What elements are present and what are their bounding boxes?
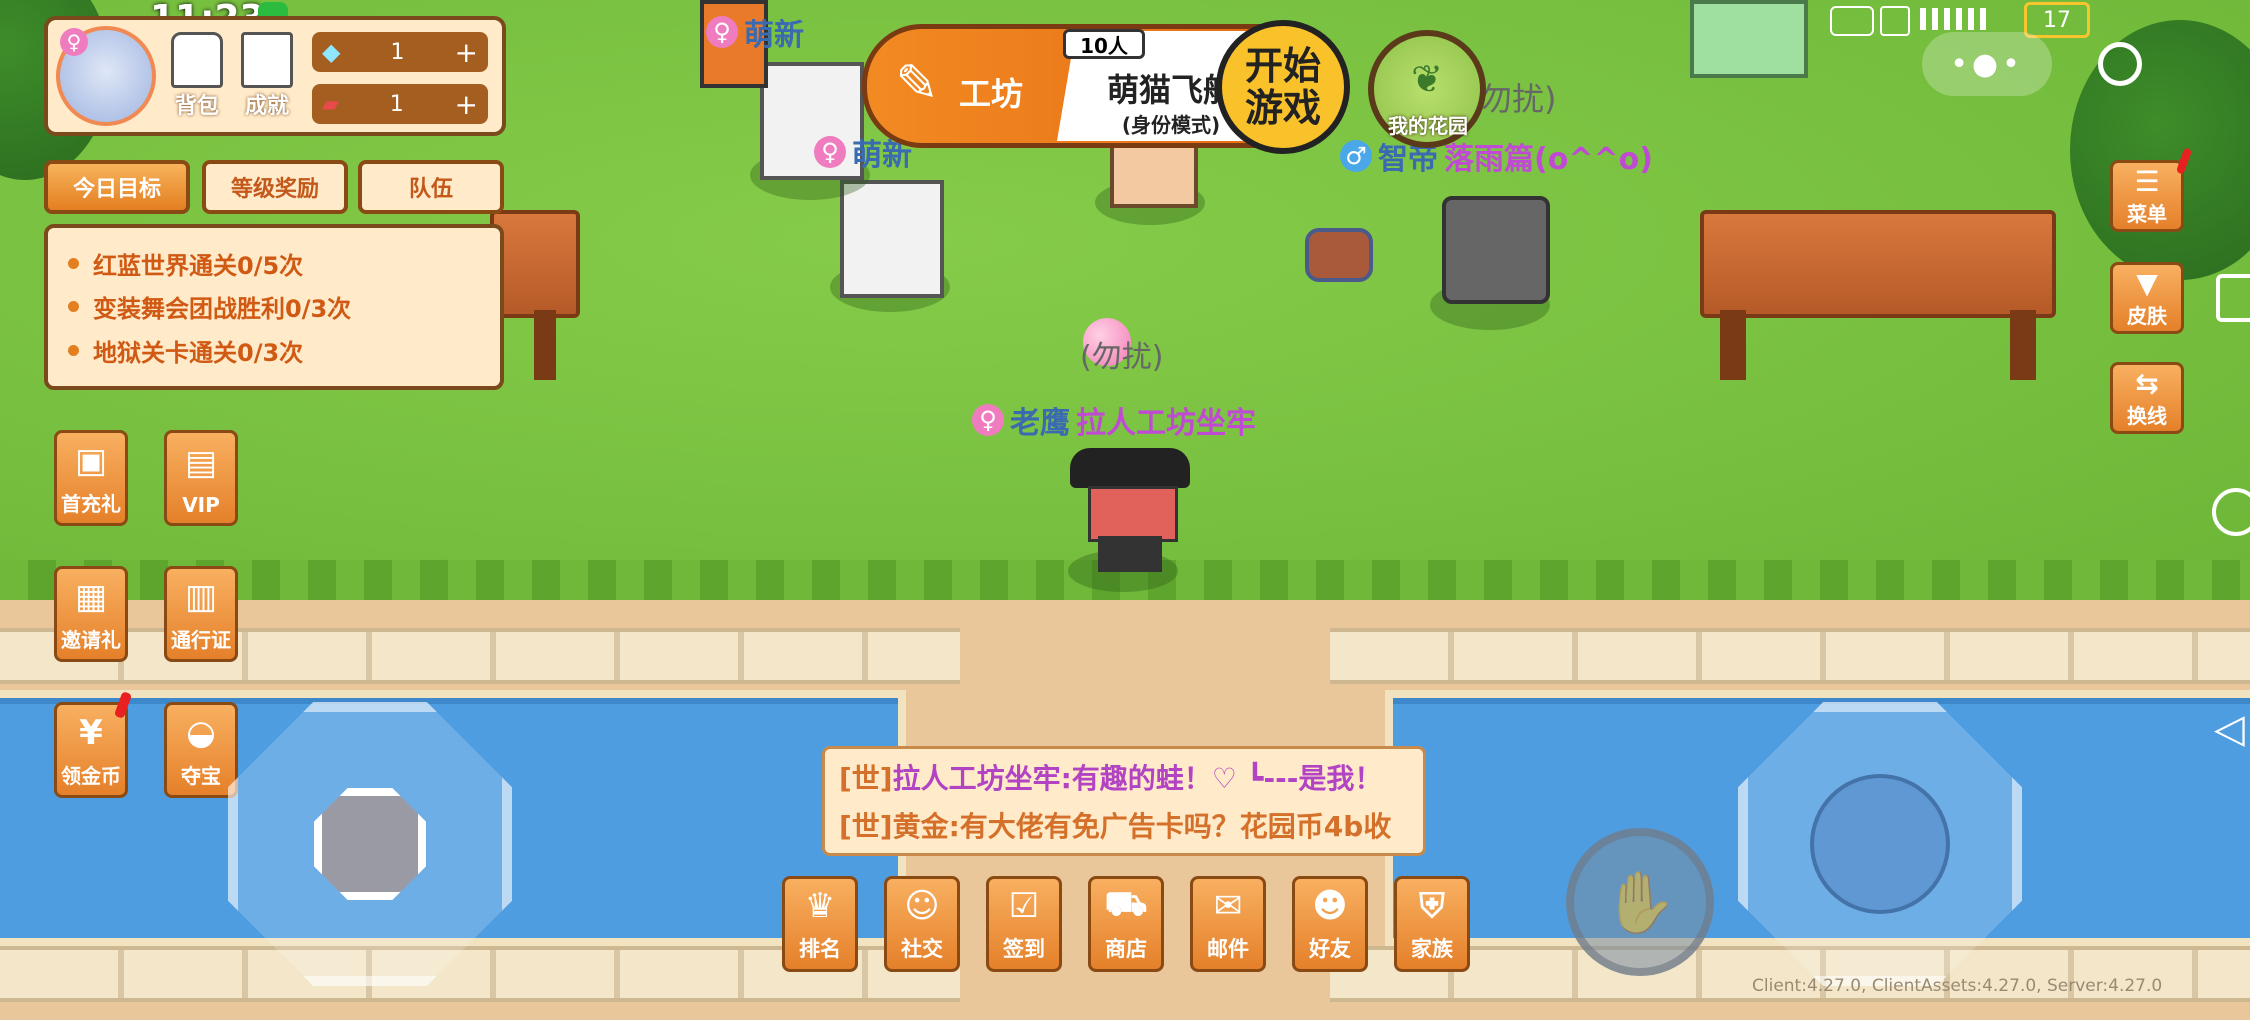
add-ticket-button[interactable]: + [455,88,478,121]
backpack-icon [171,32,223,88]
female-icon: ♀ [972,404,1004,436]
family-button[interactable]: ⛨ 家族 [1394,876,1470,972]
coin-icon: ¥ [79,712,103,753]
pass-button[interactable]: ▥ 通行证 [164,566,238,662]
trophy-icon: ♛ [804,886,836,926]
tile-row [1330,628,2250,684]
grab-hand-button[interactable]: ✋ [1566,828,1714,976]
npc-cat[interactable] [1690,0,1808,78]
bench [1700,210,2056,380]
check-in-button[interactable]: ☑ 签到 [986,876,1062,972]
menu-button[interactable]: ☰ 菜单 [2110,160,2184,232]
ticket-icon: ▰ [322,91,339,117]
calendar-icon: ☑ [1008,886,1040,926]
first-charge-button[interactable]: ▣ 首充礼 [54,430,128,526]
goal-item[interactable]: 变装舞会团战胜利0/3次 [68,289,480,324]
treasure-icon: ◒ [186,712,216,753]
diamond-icon: ◆ [322,38,341,66]
mail-button[interactable]: ✉ 邮件 [1190,876,1266,972]
profile-panel: ♀ 背包 成就 ◆ 1 + ▰ 1 + [44,16,506,136]
skin-button[interactable]: ▼ 皮肤 [2110,262,2184,334]
start-game-button[interactable]: 开始 游戏 [1216,20,1350,154]
chat-message: [世]拉人工坊坐牢:有趣的蛙！♡ ┗---是我！ [839,762,1383,795]
chat-box[interactable]: [世]拉人工坊坐牢:有趣的蛙！♡ ┗---是我！ [世]黄金:有大佬有免广告卡吗… [822,746,1426,856]
tab-today-goals[interactable]: 今日目标 [44,160,190,214]
friends-button[interactable]: ☻ 好友 [1292,876,1368,972]
male-icon: ♂ [1340,140,1372,172]
my-garden-button[interactable]: ❦ 我的花园 [1368,30,1486,148]
bullet-icon [68,344,79,356]
treasure-button[interactable]: ◒ 夺宝 [164,702,238,798]
female-icon: ♀ [706,16,738,48]
bullet-icon [68,258,79,270]
goals-panel: 红蓝世界通关0/5次 变装舞会团战胜利0/3次 地狱关卡通关0/3次 [44,224,504,390]
vip-button[interactable]: ▤ VIP [164,430,238,526]
flag-icon [241,32,293,88]
shirt-icon: ▼ [2136,267,2158,300]
female-icon: ♀ [60,28,88,56]
cart-icon: ⛟ [1104,883,1148,924]
achievement-button[interactable]: 成就 [234,32,300,132]
tab-team[interactable]: 队伍 [358,160,504,214]
family-icon: ⛨ [1419,886,1445,926]
player-status-bubble: (勿扰) [1080,340,1164,375]
menu-icon: ☰ [2134,165,2160,198]
bag-button[interactable]: 背包 [164,32,230,132]
social-button[interactable]: ☺ 社交 [884,876,960,972]
battery-icon: 17 [2024,2,2090,38]
more-options-button[interactable]: •●• [1922,32,2052,96]
main-player-name: ♀ 老鹰 拉人工坊坐牢 [972,398,1256,442]
chat-message: [世]黄金:有大佬有免广告卡吗？花园币4b收 [839,810,1392,843]
bullet-icon [68,301,79,313]
npc-elephant[interactable] [1442,196,1550,304]
action-knob[interactable] [1810,774,1950,914]
signal-icon [1830,6,1874,36]
pencil-icon: ✎ [895,54,939,114]
player-count-badge: 10人 [1063,29,1145,59]
player-name-tag: ♀ 萌新 [706,10,804,54]
ticket-counter: ▰ 1 + [312,84,488,124]
switch-icon: ⇆ [2135,367,2159,400]
sprout-icon: ❦ [1411,57,1443,101]
vip-icon: ▤ [184,443,218,483]
ranking-button[interactable]: ♛ 排名 [782,876,858,972]
tile-row [0,628,960,684]
mail-icon: ✉ [1213,886,1243,926]
player-name-tag: ♂ 智帝 落雨篇(o^^o) [1340,134,1653,178]
gift-icon: ▦ [74,576,108,617]
tab-level-rewards[interactable]: 等级奖励 [202,160,348,214]
hand-icon: ✋ [1602,867,1678,938]
player-character[interactable] [1070,448,1190,578]
friend-icon: ☻ [1312,886,1348,926]
nfc-icon [1880,6,1910,36]
floating-item[interactable] [1305,228,1373,282]
version-text: Client:4.27.0, ClientAssets:4.27.0, Serv… [1752,976,2163,996]
cellular-icon [1920,8,1990,30]
workshop-label: 工坊 [959,75,1024,113]
switch-line-button[interactable]: ⇆ 换线 [2110,362,2184,434]
diamond-counter: ◆ 1 + [312,32,488,72]
npc-cat[interactable] [840,180,944,298]
goal-item[interactable]: 红蓝世界通关0/5次 [68,246,480,281]
first-charge-icon: ▣ [74,440,108,481]
pass-icon: ▥ [184,576,218,617]
female-icon: ♀ [814,136,846,168]
add-diamond-button[interactable]: + [455,36,478,69]
back-arrow-icon[interactable]: ◁ [2214,706,2245,752]
invite-gift-button[interactable]: ▦ 邀请礼 [54,566,128,662]
goal-item[interactable]: 地狱关卡通关0/3次 [68,333,480,368]
chat-icon: ☺ [904,886,940,926]
side-edge-icon [2216,274,2250,322]
shop-button[interactable]: ⛟ 商店 [1088,876,1164,972]
close-miniprogram-button[interactable] [2098,42,2142,86]
player-status-bubble: 勿扰) [1480,80,1557,118]
